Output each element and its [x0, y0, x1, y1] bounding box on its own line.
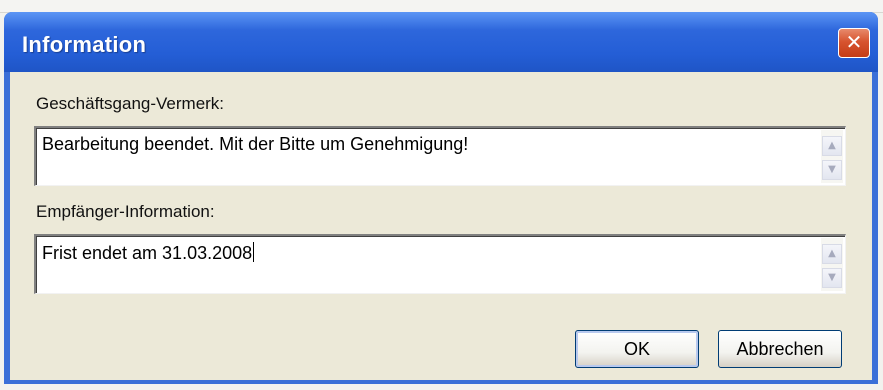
- recipient-textarea[interactable]: Frist endet am 31.03.2008 ▲ ▼: [34, 234, 846, 294]
- text-caret: [253, 242, 255, 262]
- information-dialog: Information ✕ Geschäftsgang-Vermerk: Bea…: [4, 12, 878, 384]
- remark-textarea[interactable]: Bearbeitung beendet. Mit der Bitte um Ge…: [34, 126, 846, 186]
- ok-button[interactable]: OK: [575, 330, 699, 368]
- remark-label: Geschäftsgang-Vermerk:: [36, 94, 225, 113]
- recipient-label: Empfänger-Information:: [36, 202, 215, 221]
- close-icon: ✕: [845, 30, 863, 54]
- cancel-button[interactable]: Abbrechen: [718, 330, 842, 368]
- recipient-text: Frist endet am 31.03.2008: [42, 242, 255, 263]
- scroll-down-icon[interactable]: ▼: [822, 160, 842, 180]
- title-bar[interactable]: Information ✕: [4, 12, 878, 72]
- dialog-title: Information: [22, 32, 147, 57]
- recipient-scrollbar[interactable]: ▲ ▼: [821, 238, 843, 291]
- remark-text: Bearbeitung beendet. Mit der Bitte um Ge…: [42, 134, 469, 154]
- scroll-up-icon[interactable]: ▲: [822, 244, 842, 264]
- scroll-down-icon[interactable]: ▼: [822, 268, 842, 288]
- dialog-body: Geschäftsgang-Vermerk: Bearbeitung beend…: [10, 72, 872, 380]
- close-button[interactable]: ✕: [838, 28, 870, 58]
- remark-scrollbar[interactable]: ▲ ▼: [821, 130, 843, 183]
- scroll-up-icon[interactable]: ▲: [822, 136, 842, 156]
